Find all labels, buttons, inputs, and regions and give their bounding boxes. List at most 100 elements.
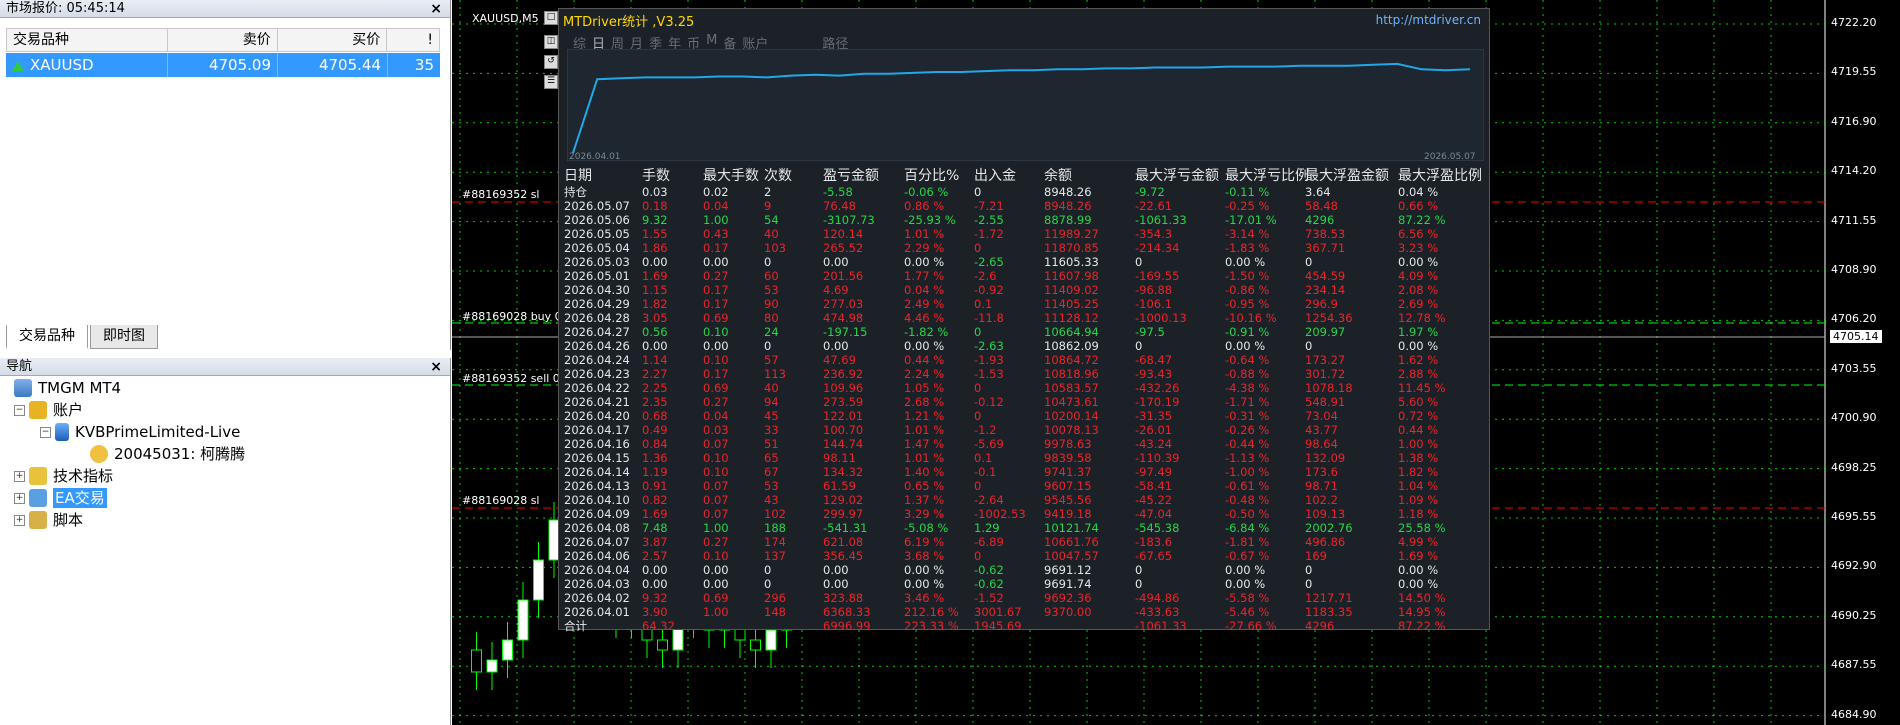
- expand-icon[interactable]: +: [14, 492, 25, 504]
- collapse-icon[interactable]: −: [14, 404, 25, 416]
- ea-url-link[interactable]: http://mtdriver.cn: [1376, 13, 1481, 27]
- stats-column-header[interactable]: 日期: [564, 167, 642, 185]
- stats-row[interactable]: 2026.04.15 1.36 0.10 65 98.11 1.01 % 0.1 9839.5…: [564, 451, 1484, 465]
- stats-row[interactable]: 2026.04.21 2.35 0.27 94 273.59 2.68 % -0.12 104…: [564, 395, 1484, 409]
- minimize-icon[interactable]: □: [544, 11, 558, 25]
- tree-accounts[interactable]: − 账户: [14, 400, 83, 420]
- stats-cell: 2026.04.03: [564, 577, 630, 591]
- tree-indicators[interactable]: + 技术指标: [14, 466, 113, 486]
- stats-row[interactable]: 2026.05.07 0.18 0.04 9 76.48 0.86 % -7.21 8948.…: [564, 199, 1484, 213]
- tree-server[interactable]: − KVBPrimeLimited-Live: [40, 422, 240, 442]
- stats-cell: 9741.37: [1044, 465, 1092, 479]
- stats-column-header[interactable]: 最大手数: [703, 167, 764, 185]
- stats-cell: -214.34: [1135, 241, 1180, 255]
- stats-row[interactable]: 2026.04.20 0.68 0.04 45 122.01 1.21 % 0 10200.1…: [564, 409, 1484, 423]
- order-label[interactable]: #88169352 sell 0: [462, 372, 560, 385]
- stats-row[interactable]: 2026.05.05 1.55 0.43 40 120.14 1.01 % -1.72 119…: [564, 227, 1484, 241]
- stats-row[interactable]: 2026.04.10 0.82 0.07 43 129.02 1.37 % -2.64 954…: [564, 493, 1484, 507]
- stats-row[interactable]: 2026.04.16 0.84 0.07 51 144.74 1.47 % -5.69 997…: [564, 437, 1484, 451]
- close-icon[interactable]: ×: [430, 0, 442, 18]
- column-spread[interactable]: !: [387, 29, 439, 51]
- stats-row[interactable]: 2026.04.07 3.87 0.27 174 621.08 6.19 % -6.89 10…: [564, 535, 1484, 549]
- stats-row[interactable]: 2026.05.06 9.32 1.00 54 -3107.73 -25.93 % -2.5…: [564, 213, 1484, 227]
- stats-row[interactable]: 2026.04.02 9.32 0.69 296 323.88 3.46 % -1.52 96…: [564, 591, 1484, 605]
- stats-row[interactable]: 2026.05.01 1.69 0.27 60 201.56 1.77 % -2.6 1160…: [564, 269, 1484, 283]
- stats-row[interactable]: 2026.04.13 0.91 0.07 53 61.59 0.65 % 0 9607.15 -…: [564, 479, 1484, 493]
- stats-cell: 2026.04.10: [564, 493, 630, 507]
- stats-cell: 2026.04.23: [564, 367, 630, 381]
- tree-expert-advisors[interactable]: + EA交易: [14, 488, 107, 508]
- stats-row[interactable]: 2026.05.03 0.00 0.00 0 0.00 0.00 % -2.65 11605.…: [564, 255, 1484, 269]
- close-icon[interactable]: ×: [430, 358, 442, 376]
- stats-row[interactable]: 持仓 0.03 0.02 2 -5.58 -0.06 % 0 8948.26 -9.72 -0.1…: [564, 185, 1484, 199]
- stats-row[interactable]: 2026.04.22 2.25 0.69 40 109.96 1.05 % 0 10583.5…: [564, 381, 1484, 395]
- stats-row[interactable]: 合计 64.32 6996.99 223.33 % 1945.69 -1061.33 -27…: [564, 619, 1484, 633]
- stats-cell: 1.01 %: [904, 451, 945, 465]
- stats-row[interactable]: 2026.04.27 0.56 0.10 24 -197.15 -1.82 % 0 10664…: [564, 325, 1484, 339]
- stats-column-header[interactable]: 最大浮盈金额: [1305, 167, 1398, 185]
- order-label[interactable]: #88169028 sl: [462, 494, 540, 507]
- tree-account-label: 20045031: 柯腾腾: [114, 445, 246, 463]
- stats-column-header[interactable]: 最大浮亏金额: [1135, 167, 1225, 185]
- stats-row[interactable]: 2026.04.24 1.14 0.10 57 47.69 0.44 % -1.93 1086…: [564, 353, 1484, 367]
- stats-cell: -541.31: [823, 521, 868, 535]
- stats-row[interactable]: 2026.04.17 0.49 0.03 33 100.70 1.01 % -1.2 1007…: [564, 423, 1484, 437]
- stats-row[interactable]: 2026.04.26 0.00 0.00 0 0.00 0.00 % -2.63 10862.…: [564, 339, 1484, 353]
- stats-cell: -0.64 %: [1225, 353, 1270, 367]
- order-label[interactable]: #88169028 buy 0: [462, 310, 562, 323]
- stats-cell: 454.59: [1305, 269, 1346, 283]
- stats-row[interactable]: 2026.05.04 1.86 0.17 103 265.52 2.29 % 0 11870.…: [564, 241, 1484, 255]
- stats-column-header[interactable]: 盈亏金额: [823, 167, 904, 185]
- stats-row[interactable]: 2026.04.03 0.00 0.00 0 0.00 0.00 % -0.62 9691.7…: [564, 577, 1484, 591]
- expand-icon[interactable]: +: [14, 470, 25, 482]
- stats-column-header[interactable]: 出入金: [974, 167, 1044, 185]
- stats-cell: 109.96: [823, 381, 864, 395]
- column-bid[interactable]: 卖价: [168, 29, 278, 51]
- column-symbol[interactable]: 交易品种: [7, 29, 169, 51]
- stats-row[interactable]: 2026.04.14 1.19 0.10 67 134.32 1.40 % -0.1 9741…: [564, 465, 1484, 479]
- price-axis-label: 4708.90: [1831, 263, 1877, 276]
- tree-account-item[interactable]: 20045031: 柯腾腾: [90, 444, 245, 464]
- stats-cell: 0.00 %: [904, 255, 945, 269]
- navigator-title: 导航 ×: [0, 358, 450, 376]
- stats-row[interactable]: 2026.04.09 1.69 0.07 102 299.97 3.29 % -1002.5…: [564, 507, 1484, 521]
- tree-scripts[interactable]: + 脚本: [14, 510, 83, 530]
- stats-row[interactable]: 2026.04.01 3.90 1.00 148 6368.33 212.16 % 3001…: [564, 605, 1484, 619]
- stats-column-header[interactable]: 手数: [642, 167, 703, 185]
- copy-icon[interactable]: ◫: [544, 35, 558, 49]
- tree-root[interactable]: TMGM MT4: [14, 378, 121, 398]
- stats-cell: 10664.94: [1044, 325, 1099, 339]
- stats-column-header[interactable]: 次数: [764, 167, 823, 185]
- stats-row[interactable]: 2026.04.08 7.48 1.00 188 -541.31 -5.08 % 1.29 1…: [564, 521, 1484, 535]
- stats-cell: 3.68 %: [904, 549, 945, 563]
- symbol-row-xauusd[interactable]: XAUUSD 4705.09 4705.44 35: [6, 53, 440, 77]
- stats-row[interactable]: 2026.04.04 0.00 0.00 0 0.00 0.00 % -0.62 9691.1…: [564, 563, 1484, 577]
- stats-cell: 0.03: [703, 423, 729, 437]
- stats-cell: 0.27: [703, 269, 729, 283]
- stats-column-header[interactable]: 余额: [1044, 167, 1135, 185]
- order-label[interactable]: #88169352 sl: [462, 188, 540, 201]
- stats-cell: -1.71 %: [1225, 395, 1270, 409]
- reload-icon[interactable]: ↺: [544, 55, 558, 69]
- stats-cell: 0.00: [703, 577, 729, 591]
- candle-body: [657, 639, 668, 651]
- stats-cell: 0.72 %: [1398, 409, 1439, 423]
- stats-row[interactable]: 2026.04.29 1.82 0.17 90 277.03 2.49 % 0.1 11405…: [564, 297, 1484, 311]
- price-axis-label: 4684.90: [1831, 707, 1877, 721]
- stats-cell: 65: [764, 451, 779, 465]
- column-ask[interactable]: 买价: [278, 29, 388, 51]
- stats-column-header[interactable]: 最大浮盈比例: [1398, 167, 1484, 185]
- stats-column-header[interactable]: 百分比%: [904, 167, 974, 185]
- tab-tick-chart[interactable]: 即时图: [90, 325, 158, 349]
- stats-row[interactable]: 2026.04.28 3.05 0.69 80 474.98 4.46 % -11.8 111…: [564, 311, 1484, 325]
- settings-icon[interactable]: ☰: [544, 75, 558, 89]
- stats-cell: 0: [974, 549, 982, 563]
- stats-row[interactable]: 2026.04.23 2.27 0.17 113 236.92 2.24 % -1.53 10…: [564, 367, 1484, 381]
- stats-row[interactable]: 2026.04.30 1.15 0.17 53 4.69 0.04 % -0.92 11409…: [564, 283, 1484, 297]
- stats-cell: -0.12: [974, 395, 1004, 409]
- collapse-icon[interactable]: −: [40, 426, 51, 438]
- stats-row[interactable]: 2026.04.06 2.57 0.10 137 356.45 3.68 % 0 10047.…: [564, 549, 1484, 563]
- expand-icon[interactable]: +: [14, 514, 25, 526]
- stats-column-header[interactable]: 最大浮亏比例: [1225, 167, 1309, 185]
- tab-symbols[interactable]: 交易品种: [6, 325, 88, 349]
